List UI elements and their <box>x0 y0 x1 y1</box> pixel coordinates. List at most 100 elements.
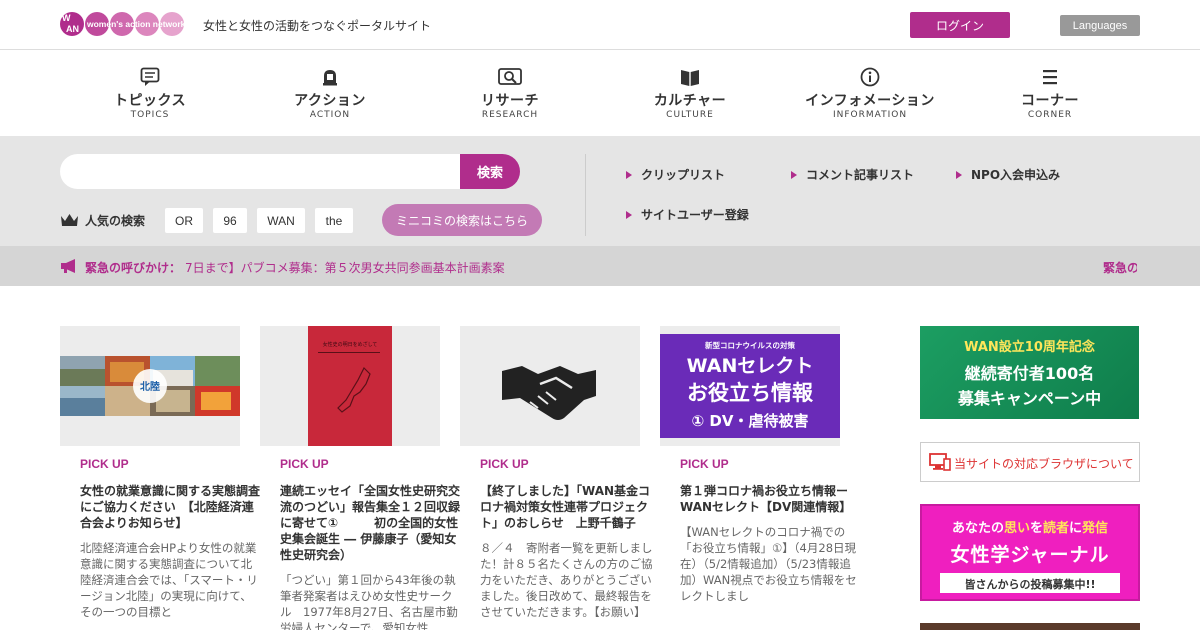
languages-button[interactable]: Languages <box>1060 15 1140 36</box>
nav-item-action[interactable]: アクション ACTION <box>240 51 420 136</box>
crown-icon <box>61 213 78 226</box>
tagline-part: 発信 <box>1082 521 1109 536</box>
megaphone-icon <box>323 70 337 86</box>
tagline-part: を <box>1029 521 1043 536</box>
tagline-part: に <box>1069 521 1083 536</box>
article-title[interactable]: 第１弾コロナ禍お役立ち情報ーWANセレクト【DV関連情報】 <box>680 483 862 515</box>
link-label: コメント記事リスト <box>806 168 915 182</box>
article-excerpt: 【WANセレクトのコロナ禍での「お役立ち情報」①】（4月28日現在）（5/2情報… <box>680 525 857 603</box>
journal-ribbon-label: 皆さんからの投稿募集中!! <box>964 578 1096 591</box>
menu-icon <box>1043 70 1057 85</box>
journal-tagline: あなたの思いを読者に発信 <box>922 517 1138 536</box>
popular-search: 人気の検索 <box>60 209 145 231</box>
svg-text:WANセレクト: WANセレクト <box>687 355 814 377</box>
popular-tag[interactable]: 96 <box>213 208 247 233</box>
pick-up-label: PICK UP <box>280 457 329 471</box>
link-label: NPO入会申込み <box>971 168 1061 182</box>
anniversary-campaign-banner[interactable]: WAN設立10周年記念 継続寄付者100名 募集キャンペーン中 <box>920 326 1139 419</box>
pick-up-label: PICK UP <box>480 457 529 471</box>
comment-list-link[interactable]: コメント記事リスト <box>791 166 914 183</box>
red-book-cover-image: 女性史の明日をめざして <box>260 326 440 446</box>
tagline-part: 読者 <box>1043 521 1070 536</box>
journal-banner[interactable]: あなたの思いを読者に発信 女性学ジャーナル 皆さんからの投稿募集中!! <box>920 504 1140 601</box>
triangle-icon <box>626 210 632 219</box>
nav-label: コーナー <box>1021 93 1079 109</box>
nav-item-topics[interactable]: トピックス TOPICS <box>60 51 240 136</box>
article-thumbnail[interactable] <box>460 326 640 446</box>
hokuriku-photo-collage: 北陸 <box>60 326 240 446</box>
svg-text:AN: AN <box>66 24 79 34</box>
wan-select-banner-image: 新型コロナウイルスの対策 WANセレクト お役立ち情報 ① DV・虐待被害 <box>660 334 840 438</box>
journal-title: 女性学ジャーナル <box>950 544 1110 566</box>
urgent-ticker: 緊急の呼びかけ： 7日まで】パブコメ募集：第５次男女共同参画基本計画素案 緊急の… <box>0 246 1200 286</box>
wan-logo-icon: W AN women's action network <box>60 12 186 36</box>
minicomi-search-button[interactable]: ミニコミの検索はこちら <box>382 204 542 236</box>
nav-item-corner[interactable]: コーナー CORNER <box>960 51 1140 136</box>
banner-line: 継続寄付者100名 <box>964 364 1095 383</box>
pick-up-label: PICK UP <box>680 457 729 471</box>
handshake-icon <box>502 366 596 420</box>
link-label: クリップリスト <box>641 168 726 182</box>
popular-tag[interactable]: the <box>315 208 353 233</box>
info-icon <box>860 67 880 87</box>
chat-bubble-icon <box>140 67 160 86</box>
search-button[interactable]: 検索 <box>460 154 520 189</box>
main-nav: トピックス TOPICS アクション ACTION リサーチ RESEARCH … <box>0 51 1200 136</box>
nav-item-research[interactable]: リサーチ RESEARCH <box>420 51 600 136</box>
popular-search-label: 人気の検索 <box>85 213 146 228</box>
nav-label: アクション <box>294 93 366 109</box>
search-band: 検索 人気の検索 OR 96 WAN the ミニコミの検索はこちら クリップリ… <box>0 136 1200 246</box>
ticker-label-repeat: 緊急の呼びかけ： <box>1103 261 1137 275</box>
article-title[interactable]: 連続エッセイ「全国女性史研究交流のつどい」報告集全１２回収録に寄せて① 初の全国… <box>280 483 462 563</box>
nav-item-information[interactable]: インフォメーション INFORMATION <box>780 51 960 136</box>
tagline-part: あなたの <box>951 521 1004 536</box>
banner-line: 募集キャンペーン中 <box>957 389 1102 408</box>
nav-label: インフォメーション <box>805 93 935 109</box>
browser-support-link[interactable]: 当サイトの対応ブラウザについて <box>920 442 1140 482</box>
sidebar-banner[interactable] <box>920 623 1140 630</box>
svg-text:女性史の明日をめざして: 女性史の明日をめざして <box>323 341 378 348</box>
clip-list-link[interactable]: クリップリスト <box>626 166 725 183</box>
ticker-link[interactable]: 7日まで】パブコメ募集：第５次男女共同参画基本計画素案 <box>185 259 505 276</box>
svg-text:新型コロナウイルスの対策: 新型コロナウイルスの対策 <box>705 340 795 350</box>
nav-sublabel: CORNER <box>1027 110 1073 120</box>
login-button[interactable]: ログイン <box>910 12 1010 38</box>
site-header: W AN women's action network 女性と女性の活動をつなぐ… <box>0 0 1200 50</box>
site-tagline: 女性と女性の活動をつなぐポータルサイト <box>203 19 432 33</box>
monitor-icon <box>929 453 951 471</box>
svg-text:北陸: 北陸 <box>140 380 160 393</box>
article-thumbnail[interactable]: 新型コロナウイルスの対策 WANセレクト お役立ち情報 ① DV・虐待被害 <box>660 326 840 446</box>
svg-text:① DV・虐待被害: ① DV・虐待被害 <box>692 412 809 430</box>
article-title[interactable]: 【終了しました】「WAN基金コロナ禍対策女性連帯プロジェクト」のおしらせ 上野千… <box>480 483 662 531</box>
journal-ribbon: 皆さんからの投稿募集中!! <box>940 573 1120 593</box>
pick-up-label: PICK UP <box>80 457 129 471</box>
nav-sublabel: CULTURE <box>666 110 714 120</box>
ticker-label: 緊急の呼びかけ： <box>85 261 182 275</box>
tagline-part: 思い <box>1003 521 1030 536</box>
article-excerpt: ８／４ 寄附者一覧を更新しました！計８５名たくさんの方のご協力をいただき、ありが… <box>480 541 653 619</box>
nav-label: カルチャー <box>653 93 727 109</box>
article-title[interactable]: 女性の就業意識に関する実態調査にご協力ください 【北陸経済連合会よりお知らせ】 <box>80 483 262 531</box>
popular-tag[interactable]: WAN <box>257 208 305 233</box>
popular-tag[interactable]: OR <box>165 208 203 233</box>
banner-line: WAN設立10周年記念 <box>964 340 1095 355</box>
site-logo[interactable]: W AN women's action network <box>60 9 186 39</box>
svg-text:W: W <box>62 13 71 23</box>
user-register-link[interactable]: サイトユーザー登録 <box>626 206 749 223</box>
nav-label: トピックス <box>113 93 187 109</box>
magnifier-screen-icon <box>498 68 522 85</box>
svg-text:women's action network: women's action network <box>86 19 186 29</box>
search-input[interactable] <box>60 154 462 189</box>
npo-join-link[interactable]: NPO入会申込み <box>956 166 1060 183</box>
triangle-icon <box>956 170 962 179</box>
divider <box>585 154 586 236</box>
triangle-icon <box>626 170 632 179</box>
nav-item-culture[interactable]: カルチャー CULTURE <box>600 51 780 136</box>
svg-text:お役立ち情報: お役立ち情報 <box>687 381 814 405</box>
article-thumbnail[interactable]: 北陸 <box>60 326 240 446</box>
nav-sublabel: ACTION <box>309 110 351 120</box>
article-thumbnail[interactable]: 女性史の明日をめざして <box>260 326 440 446</box>
article-excerpt: 北陸経済連合会HPより女性の就業意識に関する実態調査について北陸経済連合会では、… <box>80 541 258 619</box>
nav-sublabel: INFORMATION <box>832 110 908 120</box>
article-excerpt: 「つどい」第１回から43年後の執筆者発案者はえひめ女性史サークル 1977年8月… <box>280 573 458 630</box>
